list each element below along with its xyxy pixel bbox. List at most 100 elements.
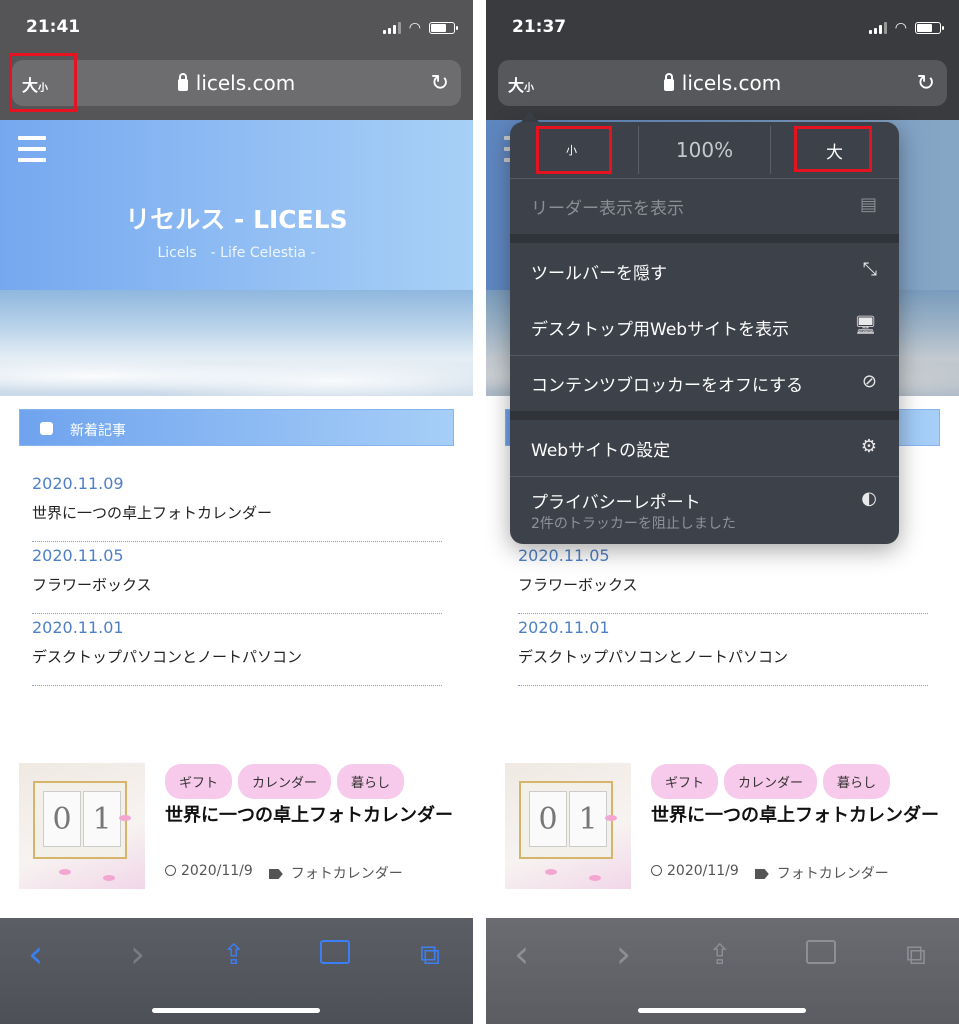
article-card[interactable]: 0 1 ギフト カレンダー 暮らし 世界に一つの卓上フォトカレンダー 2020/… [19, 763, 459, 893]
wifi-icon: ◠ [408, 20, 421, 36]
tabs-icon[interactable]: ⧉ [906, 938, 926, 972]
tag-list: ギフト カレンダー 暮らし [165, 764, 405, 799]
news-title[interactable]: 世界に一つの卓上フォトカレンダー [32, 502, 442, 523]
news-title[interactable]: フラワーボックス [518, 574, 928, 595]
petal-decoration [589, 875, 601, 881]
site-subtitle: Licels - Life Celestia - [157, 245, 316, 261]
browser-toolbar: ‹ › ⇪ ⧉ [0, 918, 473, 1024]
article-category[interactable]: フォトカレンダー [754, 863, 889, 883]
calendar-digit: 1 [83, 791, 121, 847]
petal-decoration [59, 869, 71, 875]
forward-icon[interactable]: › [130, 932, 145, 976]
news-section-header: 新着記事 [19, 409, 454, 446]
expand-icon: ⤡ [862, 259, 877, 280]
hide-toolbar-label: ツールバーを隠す [531, 264, 667, 284]
article-meta: 2020/11/9 フォトカレンダー [651, 863, 889, 883]
article-meta: 2020/11/9 フォトカレンダー [165, 863, 403, 883]
browser-top-chrome: 21:37 ◠ 大小 licels.com ↻ [486, 0, 959, 120]
news-date: 2020.11.05 [518, 546, 610, 565]
share-icon[interactable]: ⇪ [708, 938, 731, 971]
back-icon[interactable]: ‹ [28, 932, 43, 976]
bookmarks-icon[interactable] [320, 940, 350, 964]
home-indicator [152, 1008, 320, 1013]
content-blocker-item[interactable]: コンテンツブロッカーをオフにする ⊘ [510, 355, 899, 411]
status-icons: ◠ [868, 20, 944, 36]
news-list: 2020.11.05 フラワーボックス 2020.11.01 デスクトップパソコ… [518, 542, 928, 686]
calendar-digit: 0 [43, 791, 81, 847]
reload-icon[interactable]: ↻ [917, 71, 935, 96]
url-bar[interactable]: 大小 licels.com ↻ [498, 60, 947, 106]
bookmarks-icon[interactable] [806, 940, 836, 964]
settings-icon: ⚙ [860, 436, 877, 457]
url-display[interactable]: licels.com [12, 71, 461, 95]
news-title[interactable]: デスクトップパソコンとノートパソコン [518, 646, 928, 667]
lock-icon [177, 73, 188, 91]
article-title[interactable]: 世界に一つの卓上フォトカレンダー [651, 803, 946, 829]
website-settings-label: Webサイトの設定 [531, 441, 671, 461]
news-date: 2020.11.01 [518, 618, 610, 637]
share-icon[interactable]: ⇪ [222, 938, 245, 971]
screenshot-divider [473, 0, 486, 1024]
battery-icon [429, 22, 458, 34]
news-section-label: 新着記事 [70, 423, 126, 439]
news-list: 2020.11.09 世界に一つの卓上フォトカレンダー 2020.11.05 フ… [32, 470, 442, 686]
desktop-site-item[interactable]: デスクトップ用Webサイトを表示 🖥 [510, 299, 899, 355]
cellular-signal-icon [382, 22, 401, 34]
privacy-report-subtitle: 2件のトラッカーを阻止しました [531, 516, 736, 532]
reader-view-item[interactable]: リーダー表示を表示 ▤ [510, 178, 899, 234]
clock-icon [165, 865, 176, 876]
article-thumbnail[interactable]: 0 1 [19, 763, 145, 889]
article-date: 2020/11/9 [165, 863, 253, 883]
petal-decoration [103, 875, 115, 881]
reload-icon[interactable]: ↻ [431, 71, 449, 96]
article-card[interactable]: 0 1 ギフト カレンダー 暮らし 世界に一つの卓上フォトカレンダー 2020/… [505, 763, 945, 893]
highlight-box [536, 126, 612, 174]
news-date: 2020.11.05 [32, 546, 124, 565]
highlight-box [794, 126, 872, 172]
tag-chip[interactable]: 暮らし [337, 764, 405, 799]
news-title[interactable]: フラワーボックス [32, 574, 442, 595]
site-title[interactable]: リセルス - LICELS [0, 200, 473, 236]
cellular-signal-icon [868, 22, 887, 34]
rss-icon [40, 422, 53, 435]
tag-chip[interactable]: カレンダー [238, 764, 332, 799]
tag-chip[interactable]: ギフト [651, 764, 719, 799]
news-title[interactable]: デスクトップパソコンとノートパソコン [32, 646, 442, 667]
article-date: 2020/11/9 [651, 863, 739, 883]
forward-icon[interactable]: › [616, 932, 631, 976]
site-header: リセルス - LICELS Licels - Life Celestia - [0, 120, 473, 290]
status-time: 21:37 [512, 17, 567, 37]
article-category[interactable]: フォトカレンダー [268, 863, 403, 883]
tabs-icon[interactable]: ⧉ [420, 938, 440, 972]
status-icons: ◠ [382, 20, 458, 36]
wifi-icon: ◠ [894, 20, 907, 36]
menu-section-divider [510, 411, 899, 420]
blocker-icon: ⊘ [861, 371, 877, 392]
tag-chip[interactable]: 暮らし [823, 764, 891, 799]
browser-top-chrome: 21:41 ◠ 大小 licels.com ↻ [0, 0, 473, 120]
reader-view-label: リーダー表示を表示 [531, 199, 684, 219]
article-thumbnail[interactable]: 0 1 [505, 763, 631, 889]
list-item[interactable]: 2020.11.01 デスクトップパソコンとノートパソコン [518, 614, 928, 686]
article-title[interactable]: 世界に一つの卓上フォトカレンダー [165, 803, 460, 829]
tag-chip[interactable]: カレンダー [724, 764, 818, 799]
calendar-digit: 0 [529, 791, 567, 847]
url-bar[interactable]: 大小 licels.com ↻ [12, 60, 461, 106]
home-indicator [638, 1008, 806, 1013]
url-display[interactable]: licels.com [498, 71, 947, 95]
petal-decoration [545, 869, 557, 875]
list-item[interactable]: 2020.11.09 世界に一つの卓上フォトカレンダー [32, 470, 442, 542]
list-item[interactable]: 2020.11.01 デスクトップパソコンとノートパソコン [32, 614, 442, 686]
hide-toolbar-item[interactable]: ツールバーを隠す ⤡ [510, 243, 899, 299]
reader-icon: ▤ [859, 194, 877, 215]
status-time: 21:41 [26, 17, 81, 37]
website-settings-item[interactable]: Webサイトの設定 ⚙ [510, 420, 899, 476]
tag-chip[interactable]: ギフト [165, 764, 233, 799]
list-item[interactable]: 2020.11.05 フラワーボックス [518, 542, 928, 614]
back-icon[interactable]: ‹ [514, 932, 529, 976]
right-screenshot: 21:37 ◠ 大小 licels.com ↻ 2020.11.05 フラワーボ… [486, 0, 959, 1024]
header-cloud-image [0, 290, 473, 396]
list-item[interactable]: 2020.11.05 フラワーボックス [32, 542, 442, 614]
menu-icon[interactable] [18, 136, 46, 169]
battery-icon [915, 22, 944, 34]
